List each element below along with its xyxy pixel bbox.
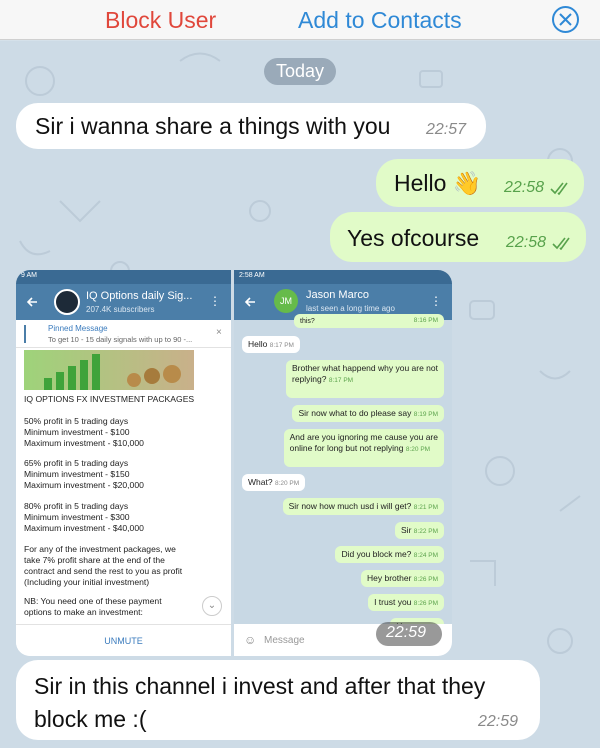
private-chat-screenshot: 2:58 AM JM Jason Marco last seen a long … [234,270,452,656]
terms-text: (Including your initial investment) [24,577,150,587]
message-time: 22:58 [504,179,545,196]
contact-action-bar: Block User Add to Contacts [0,0,600,40]
chat-bubble-text: And are you ignoring me cause you are [289,432,438,442]
payment-note: options to make an investment: [24,607,143,617]
chat-bubble-time: 8:26 PM [413,576,438,583]
package-max: Maximum investment - $10,000 [24,438,144,448]
contact-avatar: JM [274,289,298,313]
close-icon[interactable] [552,6,579,33]
chat-bubble-time: 8:26 PM [413,600,438,607]
pinned-title: Pinned Message [48,324,108,333]
chat-bubble-text: I trust you [374,597,412,607]
message-time: 22:59 [478,713,519,730]
chat-bubble: And are you ignoring me cause you are onl… [283,429,444,467]
message-text: Sir in this channel i invest and after t… [34,673,486,732]
block-user-button[interactable]: Block User [105,7,216,34]
chat-bubble: Hey brother 8:26 PM [360,570,444,587]
add-to-contacts-button[interactable]: Add to Contacts [298,7,462,34]
terms-text: For any of the investment packages, we [24,544,176,554]
package-max: Maximum investment - $20,000 [24,480,144,490]
chat-bubble: Sir now how much usd i will get? 8:21 PM [282,498,444,515]
message-time: 22:57 [426,121,467,138]
chat-bubble-text: Did you block me? [341,549,412,559]
chat-bubble-time: 8:20 PM [274,480,300,487]
emoji-icon: ☺ [244,633,257,647]
photo-timestamp: 22:59 [376,622,442,646]
double-check-icon [550,182,568,195]
contact-name: Jason Marco [306,289,369,301]
chat-bubble-text: Sir now what to do please say [298,408,412,418]
chat-bubble-text: Hey brother [366,573,412,583]
chat-bubble: What? 8:20 PM [242,474,306,491]
growth-chart-image [44,354,181,390]
back-arrow-icon [26,297,37,307]
package-max: Maximum investment - $40,000 [24,523,144,533]
more-icon: ⋮ [209,294,221,308]
chat-bubble: this? 8:16 PM [294,314,444,328]
channel-photo [24,350,194,390]
pinned-text: To get 10 - 15 daily signals with up to … [48,335,193,344]
chat-bubble-text: Hello [248,339,268,349]
message-time: 22:58 [506,234,547,251]
chat-bubble: Sir now what to do please say 8:19 PM [292,405,444,422]
channel-avatar [54,289,80,315]
chat-bubble: Hello 8:17 PM [242,336,300,353]
photo-time: 22:59 [386,624,427,641]
channel-screenshot: 9 AM IQ Options daily Sig... 207.4K subs… [16,270,231,656]
date-badge: Today [264,58,336,85]
close-pinned-icon: × [216,327,222,338]
package-min: Minimum investment - $100 [24,427,130,437]
package-min: Minimum investment - $150 [24,469,130,479]
chat-bubble-time: 8:24 PM [413,552,438,559]
package-profit: 80% profit in 5 trading days [24,501,129,511]
chat-bubble-text: replying? [291,374,327,384]
channel-name: IQ Options daily Sig... [86,290,193,302]
terms-text: contract and send the rest to you as pro… [24,566,183,576]
status-bar: 2:58 AM [234,270,452,284]
unmute-button: UNMUTE [16,624,231,656]
outgoing-message[interactable]: Hello 👋 22:58 [376,159,584,207]
chat-messages: this? 8:16 PM Hello 8:17 PM Brother what … [234,314,452,635]
chat-bubble-text: Sir now how much usd i will get? [288,501,412,511]
back-arrow-icon [244,297,255,307]
more-icon: ⋮ [430,294,442,308]
chat-bubble-time: 8:19 PM [413,411,438,418]
payment-note: NB: You need one of these payment [24,596,162,606]
chat-bubble-time: 8:22 PM [413,528,438,535]
message-text: Hello 👋 [394,170,482,196]
chat-bubble: Sir 8:22 PM [395,522,444,539]
message-text: Yes ofcourse [347,225,480,251]
chat-bubble: Brother what happend why you are not repl… [285,360,444,398]
last-seen: last seen a long time ago [306,304,395,313]
chat-bubble: Did you block me? 8:24 PM [335,546,444,563]
chat-bubble-time: 8:17 PM [269,342,294,349]
incoming-message[interactable]: Sir in this channel i invest and after t… [16,660,540,740]
chat-bubble-text: What? [248,477,273,487]
chat-bubble-time: 8:17 PM [328,377,354,384]
scroll-down-icon: ⌄ [202,596,222,616]
channel-header: IQ Options daily Sig... 207.4K subscribe… [16,284,231,320]
chat-bubble-text: Sir [401,525,412,535]
subscriber-count: 207.4K subscribers [86,305,155,314]
outgoing-message[interactable]: Yes ofcourse 22:58 [330,212,586,262]
incoming-message[interactable]: Sir i wanna share a things with you 22:5… [16,103,486,149]
package-profit: 50% profit in 5 trading days [24,416,129,426]
package-min: Minimum investment - $300 [24,512,130,522]
pinned-message-bar: Pinned Message To get 10 - 15 daily sign… [16,320,231,348]
message-input: Message [264,635,305,646]
chat-bubble: I trust you 8:26 PM [368,594,444,611]
message-text: Sir i wanna share a things with you [35,113,391,139]
chat-bubble-time: 8:20 PM [405,446,431,453]
terms-text: take 7% profit share at the end of the [24,555,165,565]
chat-bubble-time: 8:21 PM [413,504,438,511]
status-bar: 9 AM [16,270,231,284]
package-profit: 65% profit in 5 trading days [24,458,129,468]
packages-heading: IQ OPTIONS FX INVESTMENT PACKAGES [24,394,195,404]
double-check-icon [552,237,570,250]
chat-bubble-text: online for long but not replying [289,443,404,453]
chat-bubble-text: Brother what happend why you are not [291,363,438,373]
